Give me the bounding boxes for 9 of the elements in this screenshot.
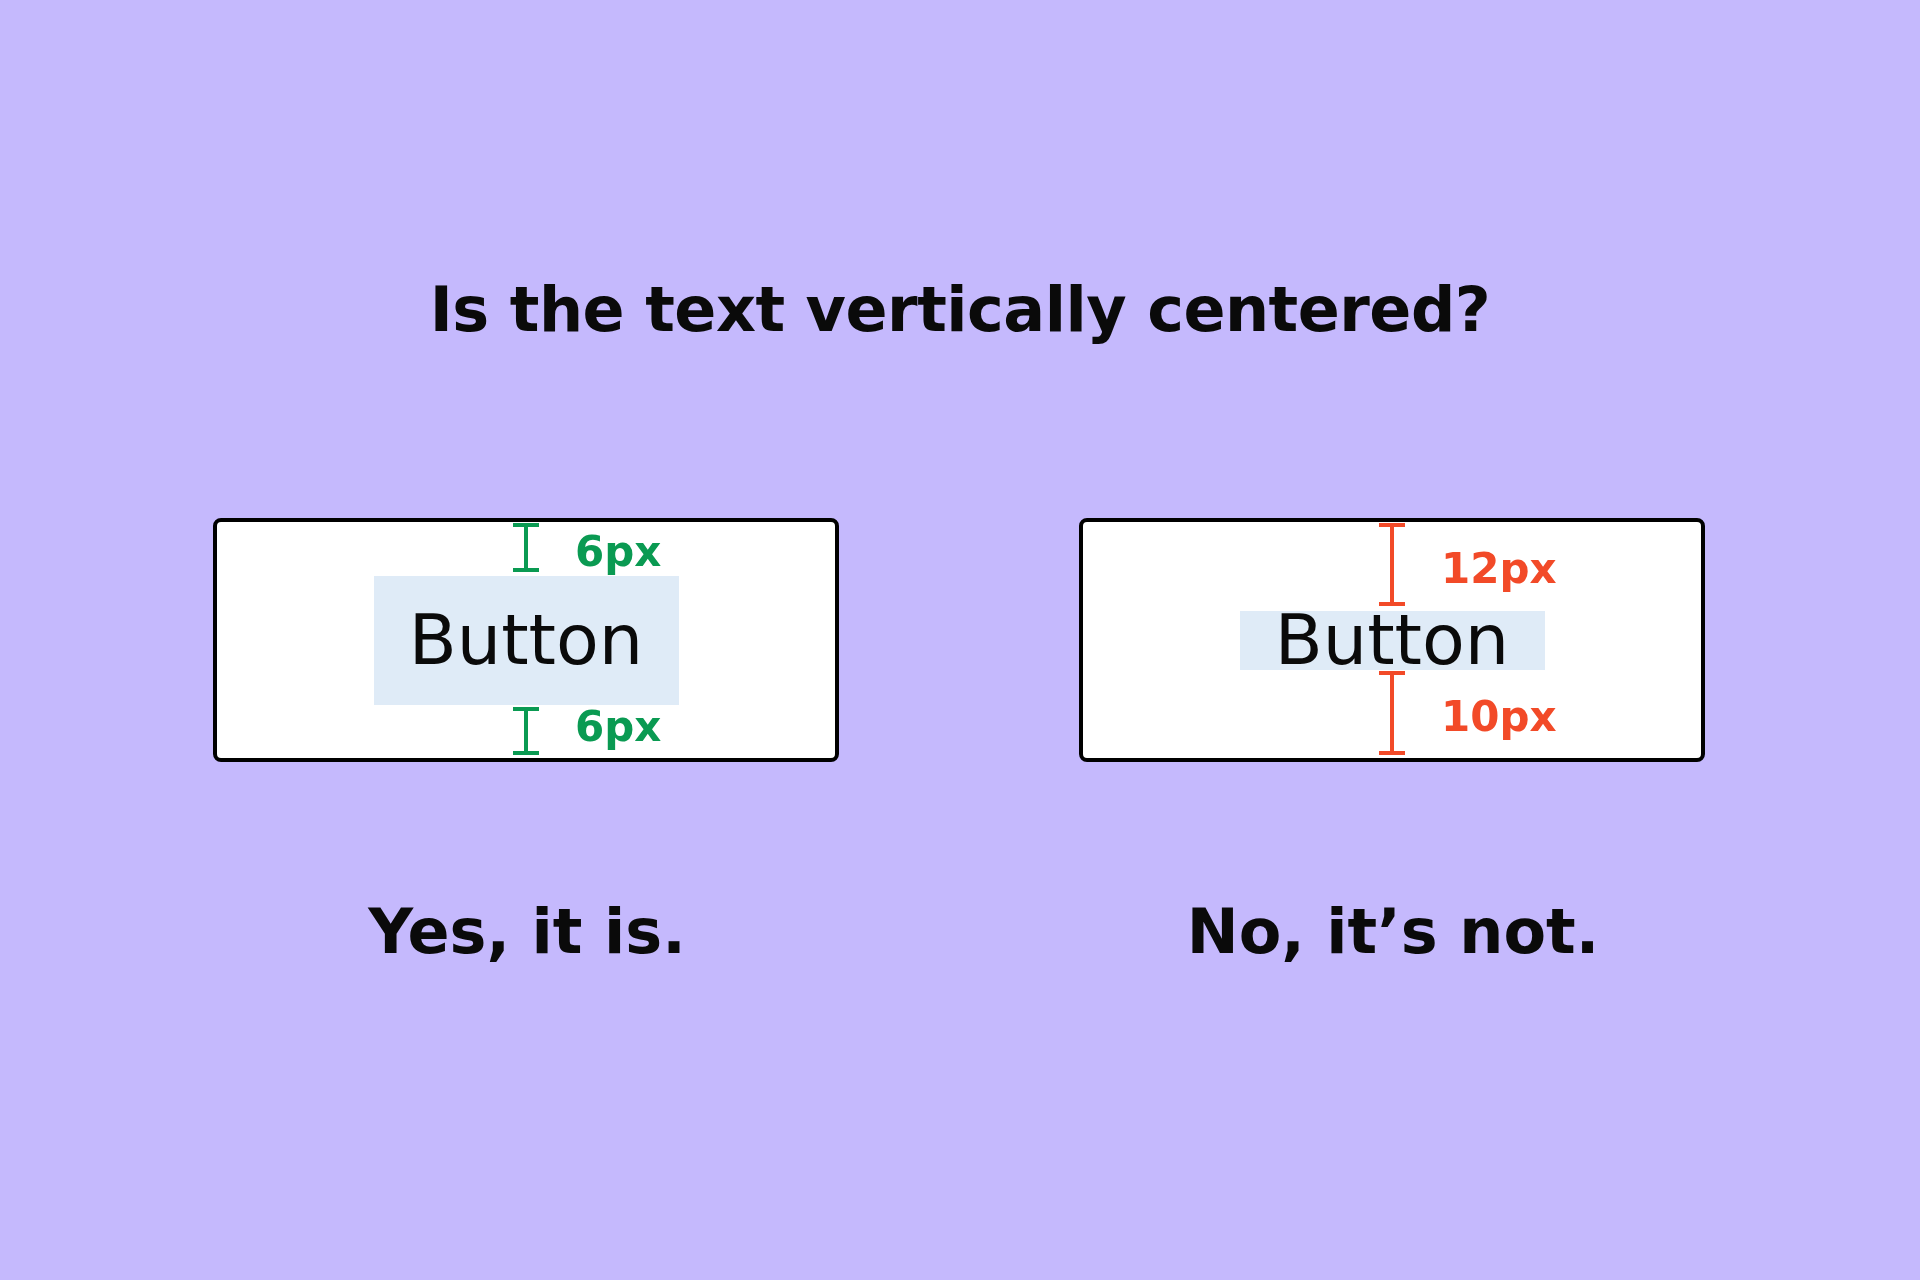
measurement-label: 12px — [1441, 547, 1557, 591]
heading: Is the text vertically centered? — [429, 272, 1491, 348]
measurement-label: 6px — [575, 530, 662, 574]
caption: Yes, it is. — [368, 894, 686, 970]
button-label: Button — [373, 575, 679, 705]
measurement-label: 10px — [1441, 695, 1557, 739]
button-label: Button — [1239, 610, 1545, 670]
caption: No, it’s not. — [1186, 894, 1600, 970]
measurement-label: 6px — [575, 705, 662, 749]
